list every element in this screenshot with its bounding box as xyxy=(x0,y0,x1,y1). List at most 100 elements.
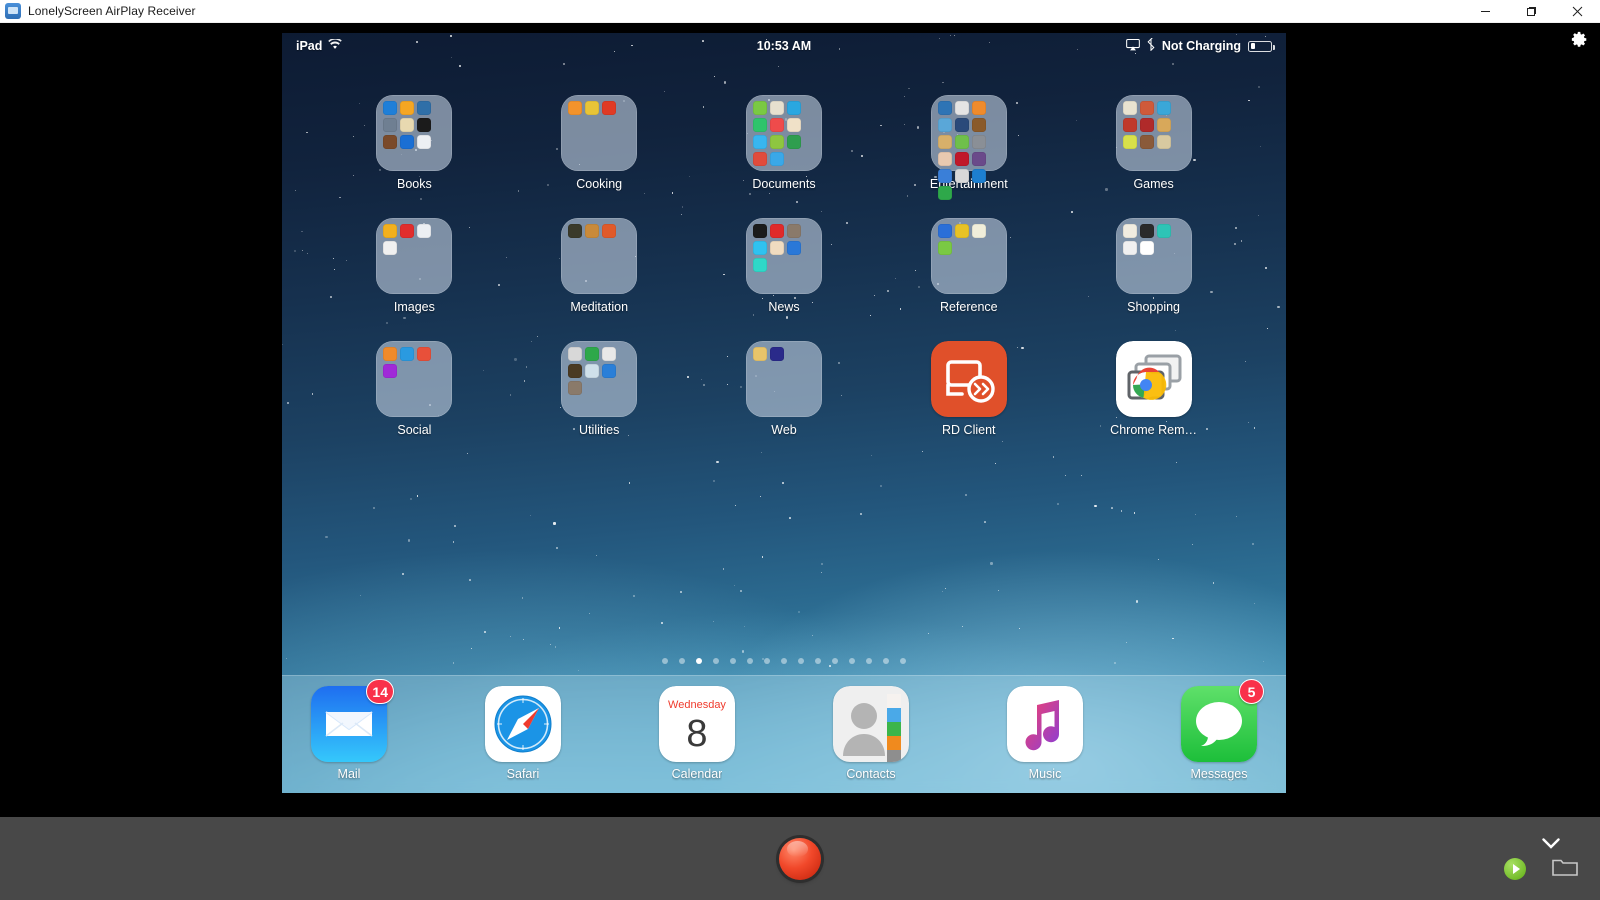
folder-mini-icon xyxy=(938,118,952,132)
dock-item[interactable]: Safari xyxy=(465,686,581,781)
icon-graphic xyxy=(1116,95,1192,171)
home-folder[interactable]: Games xyxy=(1061,95,1246,191)
folder-mini-icon xyxy=(417,118,431,132)
ios-status-bar: iPad 10:53 AM xyxy=(282,33,1286,59)
icon-graphic xyxy=(376,95,452,171)
svg-text:Wednesday: Wednesday xyxy=(668,699,726,711)
page-dot[interactable] xyxy=(730,658,736,664)
folder-mini-icon xyxy=(1140,224,1154,238)
folder-mini-icon xyxy=(753,152,767,166)
home-folder[interactable]: Images xyxy=(322,218,507,314)
folder-mini-icon xyxy=(753,101,767,115)
bluetooth-icon xyxy=(1147,38,1155,54)
dock-item[interactable]: Wednesday 8 Calendar xyxy=(639,686,755,781)
home-folder[interactable]: Web xyxy=(692,341,877,437)
dock-item-label: Music xyxy=(1029,767,1062,781)
folder-icon[interactable] xyxy=(1552,856,1578,882)
page-dot[interactable] xyxy=(696,658,702,664)
folder-thumbnail xyxy=(376,341,452,417)
folder-mini-icon xyxy=(972,152,986,166)
icon-label: Cooking xyxy=(576,177,622,191)
maximize-button[interactable] xyxy=(1508,0,1554,23)
home-folder[interactable]: Documents xyxy=(692,95,877,191)
folder-thumbnail xyxy=(376,218,452,294)
folder-mini-icon xyxy=(400,224,414,238)
folder-mini-icon xyxy=(585,224,599,238)
page-dot[interactable] xyxy=(883,658,889,664)
folder-mini-icon xyxy=(602,347,616,361)
folder-mini-icon xyxy=(1140,241,1154,255)
icon-graphic xyxy=(931,341,1007,417)
page-dot[interactable] xyxy=(662,658,668,664)
dock-item[interactable]: 5Messages xyxy=(1161,686,1277,781)
home-folder[interactable]: News xyxy=(692,218,877,314)
dock-item[interactable]: Music xyxy=(987,686,1103,781)
page-dot[interactable] xyxy=(866,658,872,664)
icon-graphic xyxy=(833,686,909,762)
page-dot[interactable] xyxy=(900,658,906,664)
home-folder[interactable]: Utilities xyxy=(507,341,692,437)
window-controls xyxy=(1462,0,1600,23)
page-dots[interactable] xyxy=(282,658,1286,664)
folder-mini-icon xyxy=(1157,224,1171,238)
folder-mini-icon xyxy=(585,364,599,378)
page-dot[interactable] xyxy=(781,658,787,664)
icon-label: RD Client xyxy=(942,423,996,437)
folder-mini-icon xyxy=(770,101,784,115)
home-folder[interactable]: Meditation xyxy=(507,218,692,314)
folder-mini-icon xyxy=(938,169,952,183)
folder-mini-icon xyxy=(938,224,952,238)
folder-mini-icon xyxy=(972,118,986,132)
home-screen-grid: Books Cooking DocumentsEntertainmentGames I… xyxy=(282,95,1286,437)
ios-dock: 14Mail Safari Wednesday 8 Calendar Conta… xyxy=(282,675,1286,793)
folder-mini-icon xyxy=(787,241,801,255)
folder-thumbnail xyxy=(746,218,822,294)
minimize-button[interactable] xyxy=(1462,0,1508,23)
page-dot[interactable] xyxy=(679,658,685,664)
page-dot[interactable] xyxy=(713,658,719,664)
folder-mini-icon xyxy=(753,118,767,132)
home-folder[interactable]: Cooking xyxy=(507,95,692,191)
folder-thumbnail xyxy=(561,218,637,294)
home-folder[interactable]: Books xyxy=(322,95,507,191)
home-app-icon[interactable]: Chrome Rem… xyxy=(1061,341,1246,437)
folder-mini-icon xyxy=(383,101,397,115)
page-dot[interactable] xyxy=(832,658,838,664)
page-dot[interactable] xyxy=(798,658,804,664)
home-app-icon[interactable]: RD Client xyxy=(876,341,1061,437)
folder-mini-icon xyxy=(568,381,582,395)
folder-thumbnail xyxy=(746,341,822,417)
chevron-down-icon[interactable] xyxy=(1542,836,1560,854)
page-dot[interactable] xyxy=(815,658,821,664)
gear-icon[interactable] xyxy=(1568,28,1590,50)
folder-thumbnail xyxy=(746,95,822,171)
icon-label: Utilities xyxy=(579,423,619,437)
home-folder[interactable]: Entertainment xyxy=(876,95,1061,191)
dock-item[interactable]: 14Mail xyxy=(291,686,407,781)
folder-mini-icon xyxy=(938,152,952,166)
folder-mini-icon xyxy=(787,101,801,115)
close-button[interactable] xyxy=(1554,0,1600,23)
icon-graphic xyxy=(931,218,1007,294)
home-folder[interactable]: Social xyxy=(322,341,507,437)
icon-graphic xyxy=(1007,686,1083,762)
folder-mini-icon xyxy=(1123,118,1137,132)
folder-mini-icon xyxy=(938,186,952,200)
record-button[interactable] xyxy=(779,838,821,880)
icon-graphic xyxy=(746,218,822,294)
folder-mini-icon xyxy=(585,347,599,361)
folder-mini-icon xyxy=(787,224,801,238)
home-folder[interactable]: Shopping xyxy=(1061,218,1246,314)
folder-mini-icon xyxy=(400,347,414,361)
home-folder[interactable]: Reference xyxy=(876,218,1061,314)
dock-item[interactable]: Contacts xyxy=(813,686,929,781)
folder-mini-icon xyxy=(585,101,599,115)
page-dot[interactable] xyxy=(849,658,855,664)
page-dot[interactable] xyxy=(747,658,753,664)
folder-mini-icon xyxy=(400,118,414,132)
page-dot[interactable] xyxy=(764,658,770,664)
folder-mini-icon xyxy=(787,135,801,149)
folder-mini-icon xyxy=(972,224,986,238)
play-button[interactable] xyxy=(1504,858,1526,880)
folder-mini-icon xyxy=(955,101,969,115)
